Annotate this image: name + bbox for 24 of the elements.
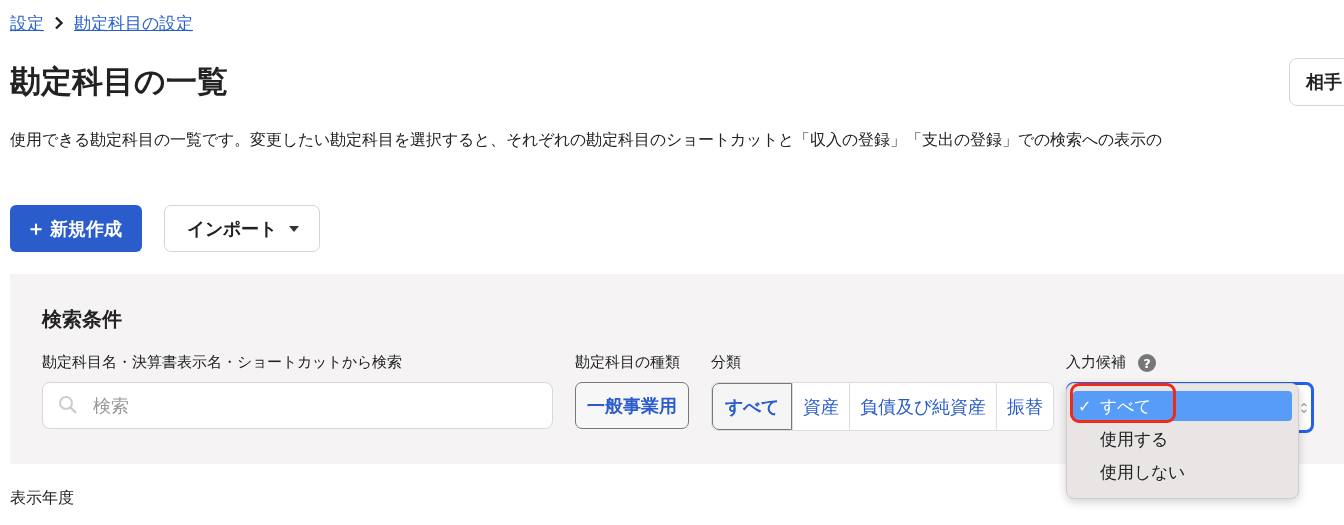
chevron-right-icon xyxy=(54,16,64,30)
menu-item[interactable]: 使用する xyxy=(1073,424,1292,454)
caret-icon xyxy=(289,225,299,232)
section-label: 表示年度 xyxy=(10,488,75,509)
segment-button[interactable]: 振替 xyxy=(996,383,1053,430)
description-text: 使用できる勘定科目の一覧です。変更したい勘定科目を選択すると、それぞれの勘定科目のショートカットと「収入の登録」「支出の登録」での検索への表示の xyxy=(10,130,1163,151)
field-label: 分類 xyxy=(711,353,742,373)
menu-item[interactable]: 使用しない xyxy=(1073,457,1292,487)
header-button[interactable]: 相手 xyxy=(1289,58,1344,106)
account-type-button[interactable]: 一般事業用 xyxy=(575,382,689,429)
create-button[interactable]: ＋ 新規作成 xyxy=(10,205,142,252)
field-label: 勘定科目名・決算書表示名・ショートカットから検索 xyxy=(42,353,403,373)
breadcrumb-link[interactable]: 勘定科目の設定 xyxy=(74,11,193,35)
page-title: 勘定科目の一覧 xyxy=(10,62,228,101)
segment-button[interactable]: すべて xyxy=(712,383,792,430)
breadcrumb-link[interactable]: 設定 xyxy=(10,11,44,35)
field-label: 勘定科目の種類 xyxy=(575,353,681,373)
panel-title: 検索条件 xyxy=(42,306,123,333)
help-icon[interactable]: ? xyxy=(1138,354,1156,372)
import-button[interactable]: インポート xyxy=(164,205,320,252)
search-icon xyxy=(58,395,78,415)
field-label: 入力候補 xyxy=(1066,353,1126,373)
search-field[interactable]: 検索 xyxy=(42,382,553,429)
chevron-updown-icon xyxy=(1301,401,1307,414)
